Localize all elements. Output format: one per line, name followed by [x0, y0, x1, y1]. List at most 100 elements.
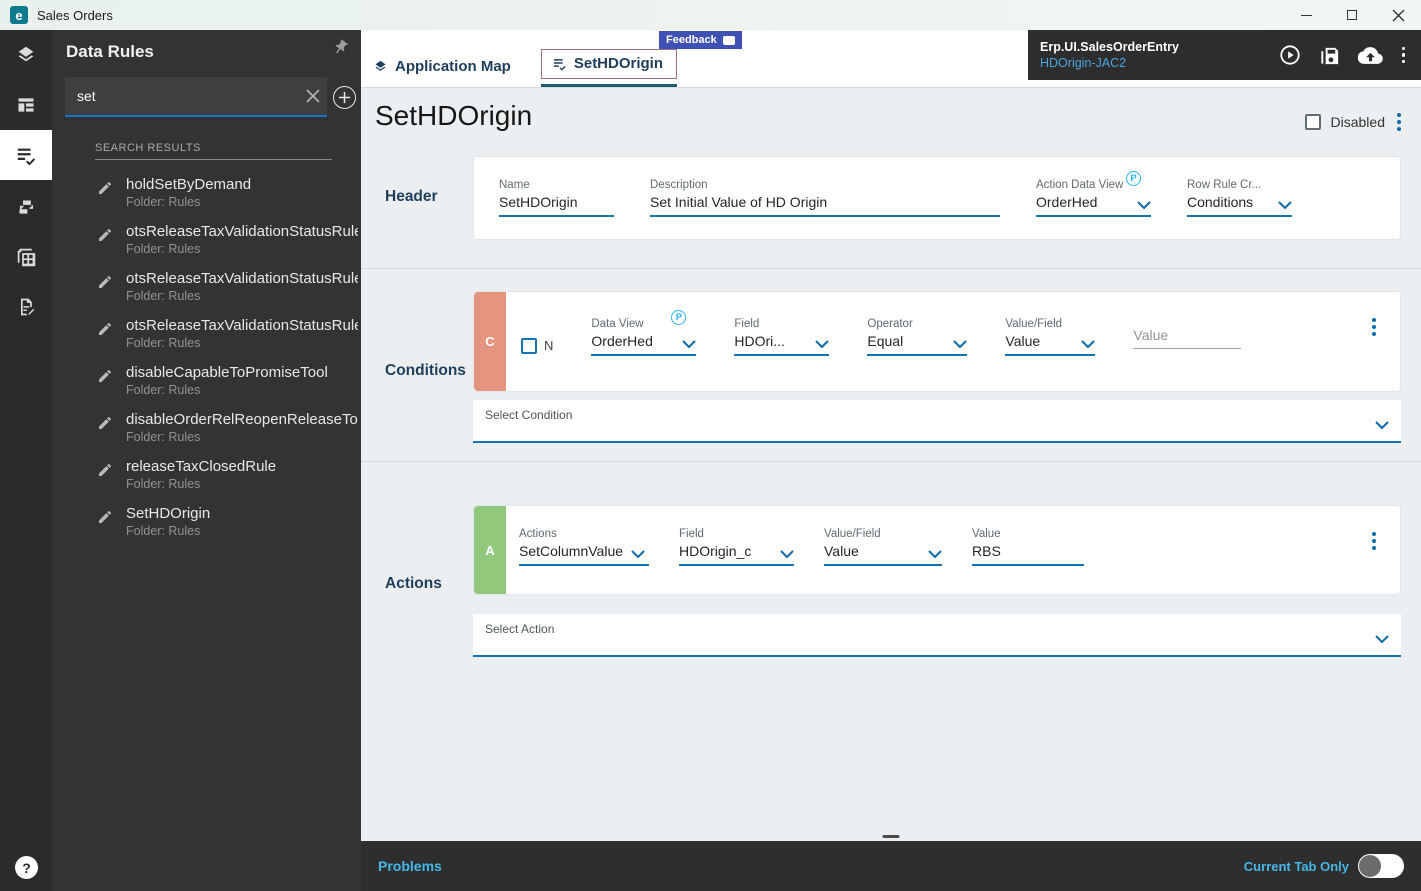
field-label: Field: [679, 528, 794, 540]
bottom-bar: Problems Current Tab Only: [361, 841, 1421, 891]
negate-checkbox[interactable]: [521, 338, 537, 354]
edit-icon: [97, 415, 113, 431]
list-item[interactable]: SetHDOrigin Folder: Rules: [92, 504, 358, 551]
rule-name: otsReleaseTaxValidationStatusRuleI: [126, 317, 358, 334]
action-badge[interactable]: A: [474, 506, 506, 594]
feedback-button[interactable]: Feedback: [659, 31, 742, 49]
panel-title: Data Rules: [66, 42, 154, 62]
minimize-button[interactable]: [1283, 0, 1329, 30]
select-action-dropdown[interactable]: Select Action: [473, 614, 1401, 657]
pin-panel-button[interactable]: [332, 39, 349, 61]
feedback-label: Feedback: [666, 34, 717, 46]
description-field[interactable]: Description Set Initial Value of HD Orig…: [650, 179, 1000, 217]
cloud-upload-icon: [1358, 43, 1383, 68]
action-row-menu[interactable]: [1370, 530, 1378, 552]
pushpin-icon: [329, 36, 353, 60]
select-condition-dropdown[interactable]: Select Condition: [473, 400, 1401, 443]
list-item[interactable]: otsReleaseTaxValidationStatusRuleV Folde…: [92, 222, 358, 269]
condition-value-input[interactable]: Value: [1133, 327, 1241, 356]
edit-icon: [97, 227, 113, 243]
nav-application-map-icon[interactable]: [0, 30, 52, 80]
search-input[interactable]: [65, 88, 299, 104]
row-rule-select[interactable]: Row Rule Cr... Conditions: [1187, 179, 1292, 217]
nav-document-edit-icon[interactable]: [0, 282, 52, 332]
condition-row-menu[interactable]: [1370, 316, 1378, 338]
help-icon: ?: [22, 860, 31, 876]
field-value: Value: [824, 543, 859, 559]
tab-sethdorigin[interactable]: SetHDOrigin: [541, 49, 677, 79]
close-icon: [1392, 9, 1405, 22]
publish-button[interactable]: [1358, 43, 1383, 68]
field-label: Value/Field: [824, 528, 942, 540]
field-label: Name: [499, 179, 614, 191]
close-button[interactable]: [1375, 0, 1421, 30]
save-button[interactable]: [1318, 44, 1341, 67]
field-label: Description: [650, 179, 1000, 191]
layer-id[interactable]: HDOrigin-JAC2: [1040, 55, 1179, 71]
plus-icon: [338, 91, 351, 104]
search-results-header: SEARCH RESULTS: [95, 142, 201, 154]
condition-badge[interactable]: C: [474, 292, 506, 391]
rule-folder: Folder: Rules: [126, 430, 200, 444]
action-data-view-select[interactable]: P Action Data View OrderHed: [1036, 179, 1151, 217]
rule-name: SetHDOrigin: [126, 505, 358, 522]
add-rule-button[interactable]: [333, 86, 356, 109]
list-item[interactable]: holdSetByDemand Folder: Rules: [92, 175, 358, 222]
rule-overflow-menu[interactable]: [1395, 111, 1403, 133]
edit-icon: [97, 462, 113, 478]
clear-search-button[interactable]: [299, 89, 327, 103]
name-field[interactable]: Name SetHDOrigin: [499, 179, 614, 217]
preview-button[interactable]: [1279, 44, 1301, 66]
section-divider: [361, 268, 1421, 269]
chevron-down-icon: [815, 340, 829, 349]
rule-name: otsReleaseTaxValidationStatusRuleI: [126, 270, 358, 287]
help-button[interactable]: ?: [15, 856, 38, 879]
action-value-input[interactable]: Value RBS: [972, 528, 1084, 566]
nav-event-flow-icon[interactable]: [0, 182, 52, 232]
maximize-button[interactable]: [1329, 0, 1375, 30]
field-value: Conditions: [1187, 194, 1253, 210]
app-overflow-menu[interactable]: [1400, 45, 1408, 66]
action-field-select[interactable]: Field HDOrigin_c: [679, 528, 794, 566]
chevron-down-icon: [780, 550, 794, 559]
list-item[interactable]: otsReleaseTaxValidationStatusRuleI Folde…: [92, 269, 358, 316]
rule-icon: [552, 56, 567, 71]
field-value: Set Initial Value of HD Origin: [650, 194, 827, 210]
actions-section-label: Actions: [385, 575, 442, 593]
window-controls: [1283, 0, 1421, 30]
section-divider: [361, 461, 1421, 462]
panel-resize-handle[interactable]: [883, 835, 900, 838]
action-type-select[interactable]: Actions SetColumnValue: [519, 528, 649, 566]
field-placeholder: Value: [1133, 327, 1168, 343]
condition-field-select[interactable]: Field HDOri...: [734, 318, 829, 356]
field-value: RBS: [972, 543, 1001, 559]
chevron-down-icon: [953, 340, 967, 349]
feedback-bubble-icon: [723, 36, 735, 45]
tab-label: Application Map: [395, 58, 511, 75]
list-item[interactable]: otsReleaseTaxValidationStatusRuleI Folde…: [92, 316, 358, 363]
tab-application-map[interactable]: Application Map: [371, 54, 513, 79]
results-divider: [95, 159, 332, 160]
condition-valuefield-select[interactable]: Value/Field Value: [1005, 318, 1095, 356]
rule-folder: Folder: Rules: [126, 289, 200, 303]
list-item[interactable]: disableCapableToPromiseTool Folder: Rule…: [92, 363, 358, 410]
nav-grids-icon[interactable]: [0, 232, 52, 282]
nav-data-rules-icon[interactable]: [0, 130, 52, 180]
problems-link[interactable]: Problems: [378, 858, 442, 874]
disabled-checkbox[interactable]: [1305, 114, 1321, 130]
header-card: Name SetHDOrigin Description Set Initial…: [473, 156, 1401, 240]
dropdown-placeholder: Select Action: [485, 622, 554, 636]
clear-icon: [306, 89, 320, 103]
field-label: Value/Field: [1005, 318, 1095, 330]
field-label: Field: [734, 318, 829, 330]
current-tab-only-toggle[interactable]: [1358, 854, 1404, 878]
list-item[interactable]: disableOrderRelReopenReleaseTool Folder:…: [92, 410, 358, 457]
chevron-down-icon: [928, 550, 942, 559]
action-valuefield-select[interactable]: Value/Field Value: [824, 528, 942, 566]
rule-folder: Folder: Rules: [126, 195, 200, 209]
condition-dataview-select[interactable]: P Data View OrderHed: [591, 318, 696, 356]
nav-layout-icon[interactable]: [0, 80, 52, 130]
list-item[interactable]: releaseTaxClosedRule Folder: Rules: [92, 457, 358, 504]
logo-letter: e: [15, 8, 22, 23]
condition-operator-select[interactable]: Operator Equal: [867, 318, 967, 356]
